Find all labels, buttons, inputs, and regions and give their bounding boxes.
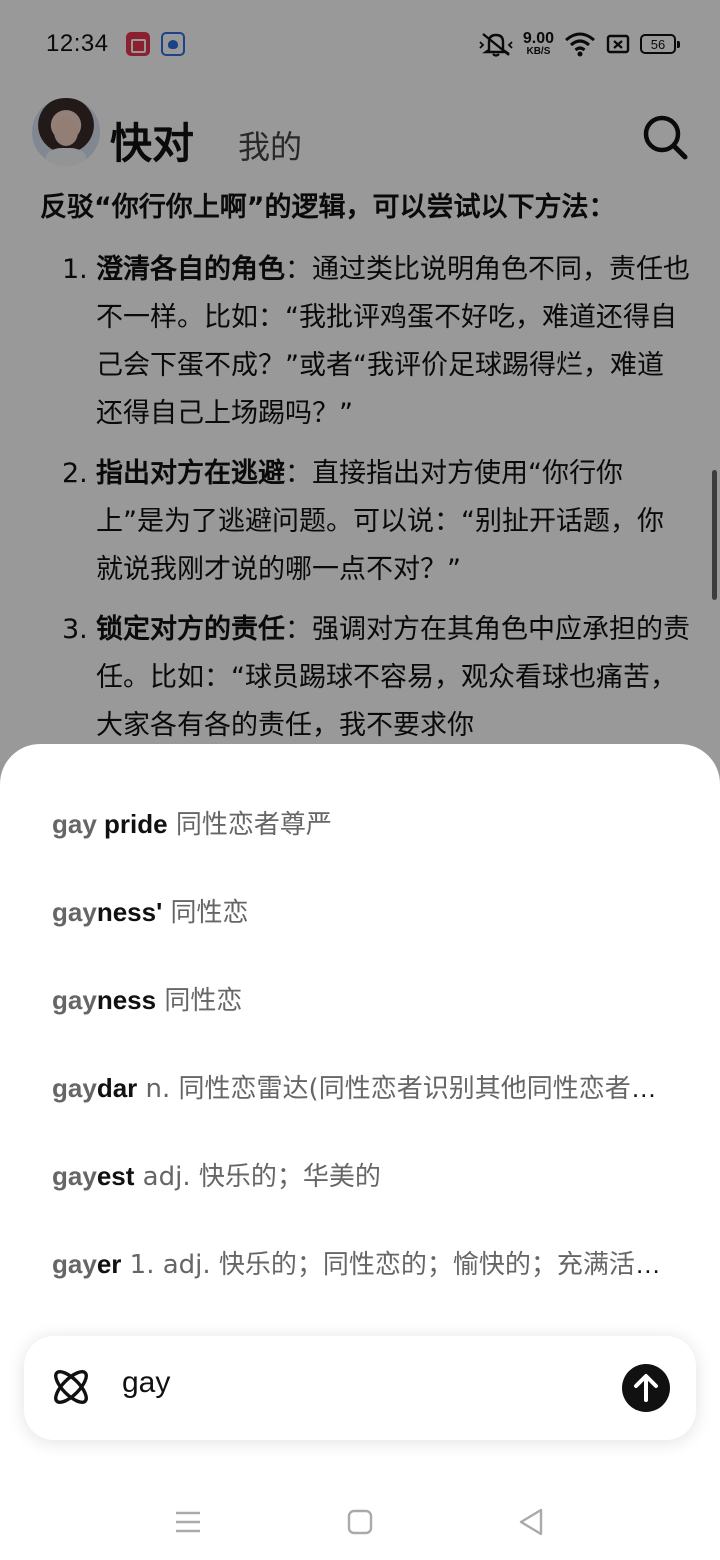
suggestion-word: pride	[96, 809, 168, 839]
menu-icon[interactable]	[168, 1502, 208, 1542]
send-button[interactable]	[622, 1364, 670, 1412]
suggestion-prefix: gay	[52, 985, 97, 1015]
suggestion-prefix: gay	[52, 897, 97, 927]
suggestion-prefix: gay	[52, 809, 97, 839]
suggestion-item[interactable]: gayness' 同性恋	[52, 892, 662, 929]
suggestion-item[interactable]: gayness 同性恋	[52, 980, 662, 1017]
suggestion-definition: 同性恋者尊严	[167, 810, 332, 840]
suggestion-word: ness	[96, 985, 157, 1015]
suggestion-definition: 同性恋	[156, 986, 243, 1016]
suggestion-definition: 同性恋	[162, 898, 249, 928]
suggestion-item[interactable]: gayer 1. adj. 快乐的；同性恋的；愉快的；充满活力的	[52, 1244, 662, 1281]
suggestion-definition: n. 同性恋雷达(同性恋者识别其他同性恋者的能力)	[137, 1074, 662, 1104]
suggestion-word: er	[96, 1249, 122, 1279]
suggestion-word: ness'	[96, 897, 163, 927]
suggestion-prefix: gay	[52, 1161, 97, 1191]
suggestion-word: est	[96, 1161, 135, 1191]
suggestion-item[interactable]: gay pride 同性恋者尊严	[52, 804, 662, 841]
atom-icon[interactable]	[48, 1364, 94, 1410]
system-nav-bar	[0, 1484, 720, 1560]
suggestion-sheet: gay pride 同性恋者尊严 gayness' 同性恋 gayness 同性…	[0, 744, 720, 1560]
suggestion-word: dar	[96, 1073, 138, 1103]
suggestion-item[interactable]: gayest adj. 快乐的；华美的	[52, 1156, 662, 1193]
suggestion-prefix: gay	[52, 1073, 97, 1103]
suggestion-prefix: gay	[52, 1249, 97, 1279]
back-triangle-icon[interactable]	[512, 1502, 552, 1542]
arrow-up-icon	[634, 1374, 658, 1402]
suggestion-definition: 1. adj. 快乐的；同性恋的；愉快的；充满活力的	[121, 1250, 662, 1280]
home-square-icon[interactable]	[340, 1502, 380, 1542]
suggestion-item[interactable]: gaydar n. 同性恋雷达(同性恋者识别其他同性恋者的能力)	[52, 1068, 662, 1105]
chat-input-field[interactable]: gay	[122, 1366, 170, 1400]
chat-input-bar[interactable]: gay	[24, 1336, 696, 1440]
suggestion-definition: adj. 快乐的；华美的	[134, 1162, 381, 1192]
